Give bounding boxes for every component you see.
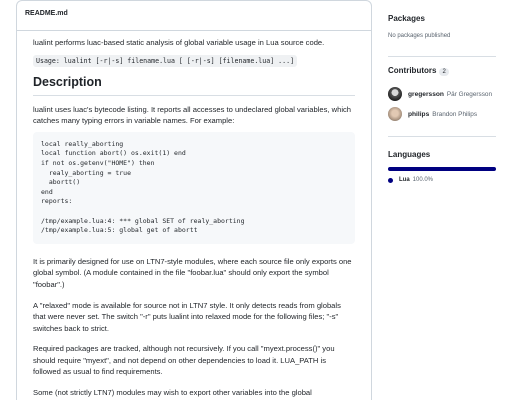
language-item[interactable]: Lua 100.0%	[388, 177, 496, 183]
contributors-title-label: Contributors	[388, 66, 437, 75]
example-code-block: local really_aborting local function abo…	[33, 131, 355, 244]
usage-line: Usage: lualint [-r|-s] filename.lua [ [-…	[33, 54, 355, 67]
readme-content: lualint performs luac-based static analy…	[17, 31, 371, 399]
packages-title[interactable]: Packages	[388, 14, 496, 23]
readme-paragraph-relaxed: A "relaxed" mode is available for source…	[33, 300, 341, 333]
repo-sidebar: Packages No packages published Contribut…	[388, 0, 496, 183]
language-percent: 100.0%	[412, 177, 434, 183]
description-paragraph: lualint uses luac's bytecode listing. It…	[33, 104, 352, 126]
contributor-login[interactable]: philips	[408, 111, 429, 118]
language-bar	[388, 167, 496, 171]
packages-note: No packages published	[388, 33, 451, 39]
language-name: Lua	[399, 177, 410, 183]
contributors-section: Contributors 2 gregersson Pär Gregersson …	[388, 57, 496, 137]
readme-box: README.md lualint performs luac-based st…	[16, 0, 372, 400]
usage-code: Usage: lualint [-r|-s] filename.lua [ [-…	[33, 54, 298, 67]
contributor-login[interactable]: gregersson	[408, 91, 444, 98]
languages-section: Languages Lua 100.0%	[388, 137, 496, 183]
readme-paragraph-export: Some (not strictly LTN7) modules may wis…	[33, 388, 312, 398]
readme-paragraph-ltn7: It is primarily designed for use on LTN7…	[33, 256, 352, 289]
contributor-fullname: Brandon Philips	[432, 110, 478, 118]
language-color-dot	[388, 177, 393, 183]
contributors-count-badge: 2	[439, 68, 449, 76]
languages-title: Languages	[388, 150, 431, 159]
contributor-fullname: Pär Gregersson	[446, 90, 493, 98]
contributors-title[interactable]: Contributors 2	[388, 66, 496, 76]
packages-section: Packages No packages published	[388, 0, 496, 57]
contributor-row[interactable]: gregersson Pär Gregersson	[388, 87, 496, 101]
avatar[interactable]	[388, 87, 402, 101]
readme-filename[interactable]: README.md	[17, 1, 371, 31]
readme-paragraph-required: Required packages are tracked, although …	[33, 344, 335, 377]
contributor-row[interactable]: philips Brandon Philips	[388, 107, 496, 121]
readme-intro: lualint performs luac-based static analy…	[33, 38, 325, 47]
avatar[interactable]	[388, 107, 402, 121]
description-heading: Description	[33, 74, 355, 96]
